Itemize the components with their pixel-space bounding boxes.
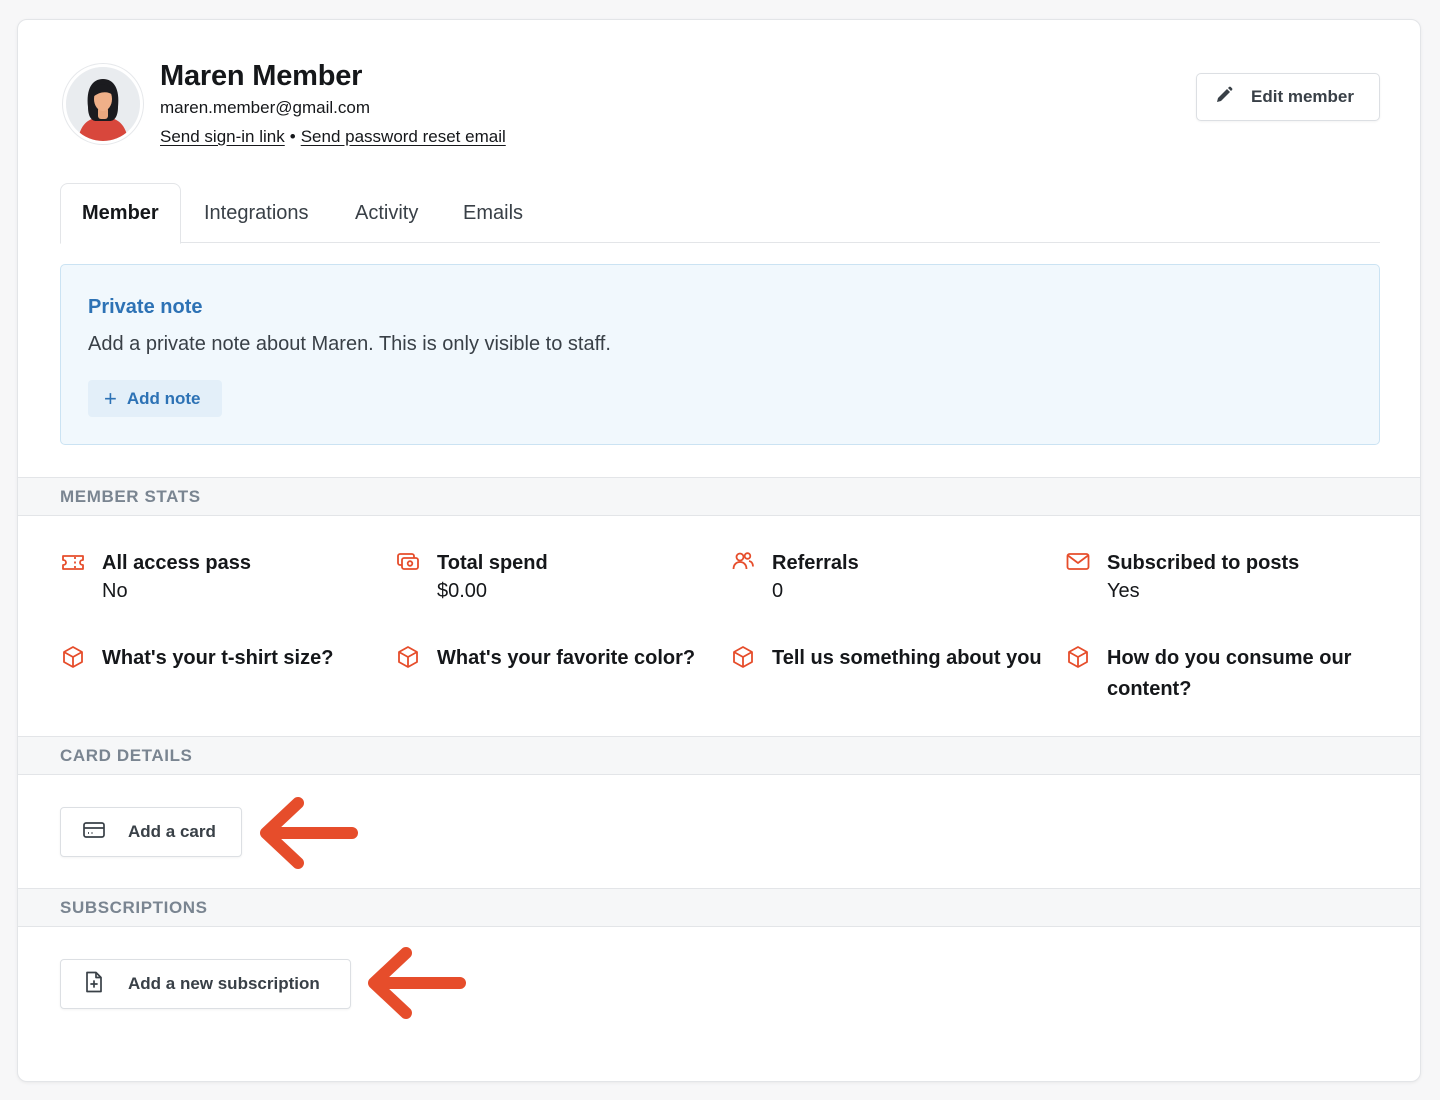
stat-label: Total spend bbox=[437, 552, 548, 574]
stat-label: All access pass bbox=[102, 552, 251, 574]
stat-label: What's your t-shirt size? bbox=[102, 647, 334, 669]
subscriptions-heading: SUBSCRIPTIONS bbox=[18, 888, 1420, 927]
stat-value: No bbox=[102, 580, 128, 602]
stat-label: Subscribed to posts bbox=[1107, 552, 1300, 574]
stat-label: How do you consume our content? bbox=[1107, 647, 1352, 700]
private-note-title: Private note bbox=[88, 296, 203, 318]
card-details-heading: CARD DETAILS bbox=[18, 736, 1420, 775]
link-separator: • bbox=[289, 127, 296, 146]
pencil-icon bbox=[1215, 86, 1233, 109]
stat-label: Referrals bbox=[772, 552, 859, 574]
stat-value: $0.00 bbox=[437, 580, 488, 602]
credit-card-icon bbox=[82, 818, 106, 847]
arrow-left-icon bbox=[260, 797, 358, 869]
ticket-icon bbox=[60, 549, 86, 575]
add-note-label: Add note bbox=[126, 388, 201, 408]
add-card-label: Add a card bbox=[128, 822, 216, 841]
wallet-icon bbox=[395, 549, 421, 575]
file-plus-icon bbox=[82, 970, 106, 999]
cube-icon bbox=[1065, 644, 1091, 670]
member-stats-heading: MEMBER STATS bbox=[18, 477, 1420, 516]
member-action-links: Send sign-in link • Send password reset em… bbox=[160, 127, 506, 147]
tab-activity[interactable]: Activity bbox=[355, 183, 418, 243]
edit-member-label: Edit member bbox=[1251, 87, 1354, 106]
send-signin-link[interactable]: Send sign-in link bbox=[160, 127, 285, 146]
private-note-description: Add a private note about Maren. This is … bbox=[88, 333, 611, 355]
add-note-button[interactable]: + Add note bbox=[88, 380, 222, 417]
member-email: maren.member@gmail.com bbox=[160, 98, 370, 117]
avatar bbox=[63, 64, 143, 144]
cube-icon bbox=[730, 644, 756, 670]
member-name: Maren Member bbox=[160, 60, 363, 92]
tab-integrations[interactable]: Integrations bbox=[204, 183, 309, 243]
send-password-reset-link[interactable]: Send password reset email bbox=[301, 127, 506, 146]
member-detail-card: Maren Member maren.member@gmail.com Send… bbox=[17, 19, 1421, 1082]
plus-icon: + bbox=[104, 385, 117, 411]
envelope-icon bbox=[1065, 549, 1091, 575]
add-subscription-button[interactable]: Add a new subscription bbox=[60, 959, 351, 1009]
tab-emails[interactable]: Emails bbox=[463, 183, 523, 243]
stat-value: 0 bbox=[772, 580, 784, 602]
stat-label: What's your favorite color? bbox=[437, 647, 696, 669]
add-subscription-label: Add a new subscription bbox=[128, 974, 320, 993]
private-note-panel: Private note Add a private note about Ma… bbox=[60, 264, 1380, 445]
cube-icon bbox=[395, 644, 421, 670]
add-card-button[interactable]: Add a card bbox=[60, 807, 242, 857]
tab-bar: Member Integrations Activity Emails bbox=[60, 183, 1380, 244]
tab-member[interactable]: Member bbox=[60, 183, 181, 244]
cube-icon bbox=[60, 644, 86, 670]
edit-member-button[interactable]: Edit member bbox=[1196, 73, 1380, 121]
arrow-left-icon bbox=[368, 947, 466, 1019]
stat-label: Tell us something about you bbox=[772, 647, 1042, 669]
users-icon bbox=[730, 549, 756, 575]
stat-value: Yes bbox=[1107, 580, 1140, 602]
